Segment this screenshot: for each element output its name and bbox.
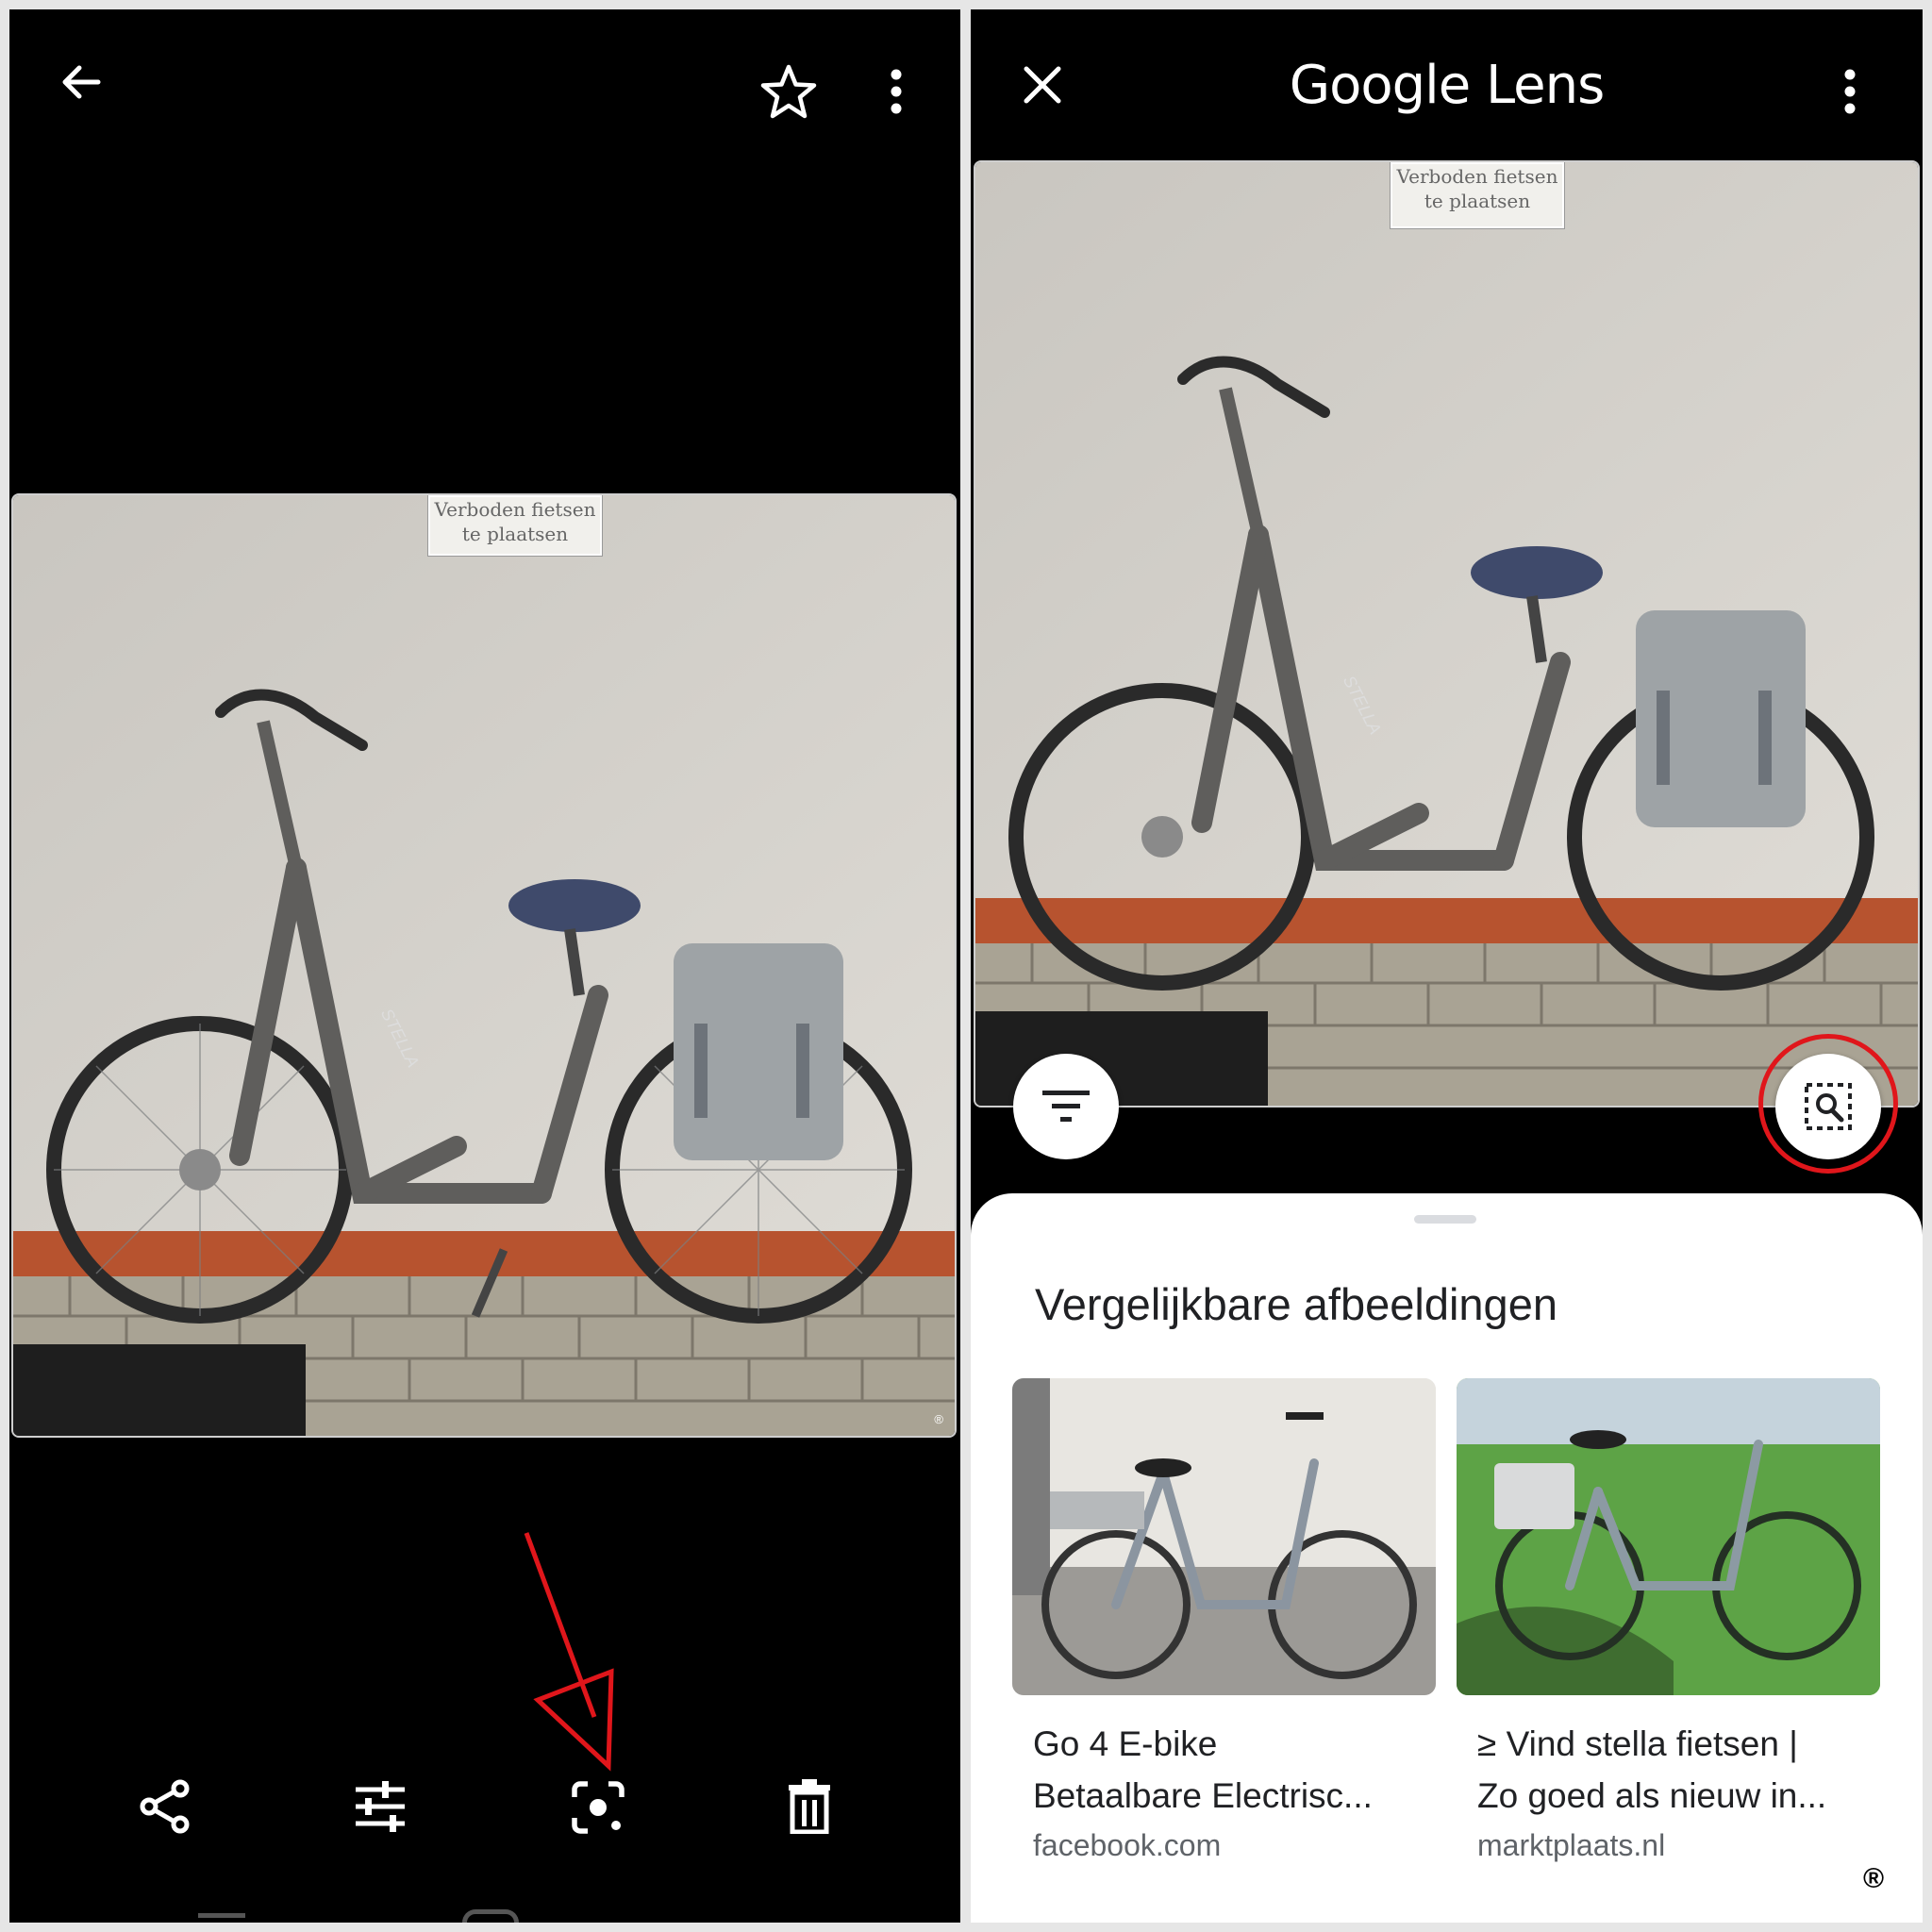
result-card[interactable]: Go 4 E-bike Betaalbare Electrisc... face… bbox=[1012, 1378, 1436, 1869]
photo-sign-line2: te plaatsen bbox=[461, 523, 569, 545]
result-title-line1: Go 4 E-bike bbox=[1033, 1724, 1218, 1763]
result-title-line2: Zo goed als nieuw in... bbox=[1477, 1776, 1827, 1815]
back-arrow-icon[interactable] bbox=[57, 58, 104, 106]
trash-icon[interactable] bbox=[787, 1779, 832, 1834]
results-sheet[interactable]: Vergelijkbare afbeeldingen Go 4 E-bike B… bbox=[971, 1193, 1923, 1923]
more-vert-icon[interactable] bbox=[1840, 68, 1859, 115]
bicycle-photo-image bbox=[13, 495, 955, 1436]
photo-sign-line1: Verboden fietsen bbox=[1396, 165, 1558, 188]
result-title-line2: Betaalbare Electrisc... bbox=[1033, 1776, 1373, 1815]
adjust-icon[interactable] bbox=[354, 1781, 407, 1832]
nav-bar-hint bbox=[9, 1904, 960, 1923]
photos-viewer-panel: Verboden fietsen te plaatsen STELLA ® bbox=[9, 9, 960, 1923]
photo-watermark: ® bbox=[934, 1412, 943, 1426]
filter-button[interactable] bbox=[1013, 1054, 1119, 1159]
bicycle-photo: Verboden fietsen te plaatsen STELLA ® bbox=[11, 493, 957, 1438]
photo-sign-line1: Verboden fietsen bbox=[434, 498, 596, 521]
result-source[interactable]: marktplaats.nl bbox=[1477, 1828, 1665, 1863]
result-title-line1: ≥ Vind stella fietsen | bbox=[1477, 1724, 1798, 1763]
watermark: ® bbox=[1863, 1863, 1885, 1894]
app-title: Google Lens bbox=[1289, 55, 1606, 116]
result-thumbnail bbox=[1012, 1378, 1436, 1695]
result-thumbnail bbox=[1457, 1378, 1880, 1695]
photo-sign: Verboden fietsen te plaatsen bbox=[1390, 162, 1565, 229]
filter-icon bbox=[1042, 1091, 1090, 1122]
lens-icon[interactable] bbox=[571, 1780, 625, 1835]
star-icon[interactable] bbox=[759, 64, 818, 119]
annotation-circle bbox=[1758, 1034, 1898, 1174]
lens-query-image bbox=[975, 162, 1918, 1106]
lens-query-photo: Verboden fietsen te plaatsen STELLA bbox=[974, 160, 1920, 1108]
sheet-drag-handle[interactable] bbox=[1414, 1215, 1476, 1224]
lens-panel: Google Lens Verboden fietsen te plaatsen… bbox=[971, 9, 1923, 1923]
more-vert-icon[interactable] bbox=[887, 68, 906, 115]
photo-sign-line2: te plaatsen bbox=[1424, 190, 1531, 212]
result-card[interactable]: ≥ Vind stella fietsen | Zo goed als nieu… bbox=[1457, 1378, 1880, 1869]
photo-sign: Verboden fietsen te plaatsen bbox=[427, 495, 603, 557]
results-heading: Vergelijkbare afbeeldingen bbox=[1035, 1279, 1557, 1329]
share-icon[interactable] bbox=[137, 1778, 193, 1835]
result-source[interactable]: facebook.com bbox=[1033, 1828, 1221, 1863]
annotation-arrow bbox=[524, 1532, 614, 1772]
